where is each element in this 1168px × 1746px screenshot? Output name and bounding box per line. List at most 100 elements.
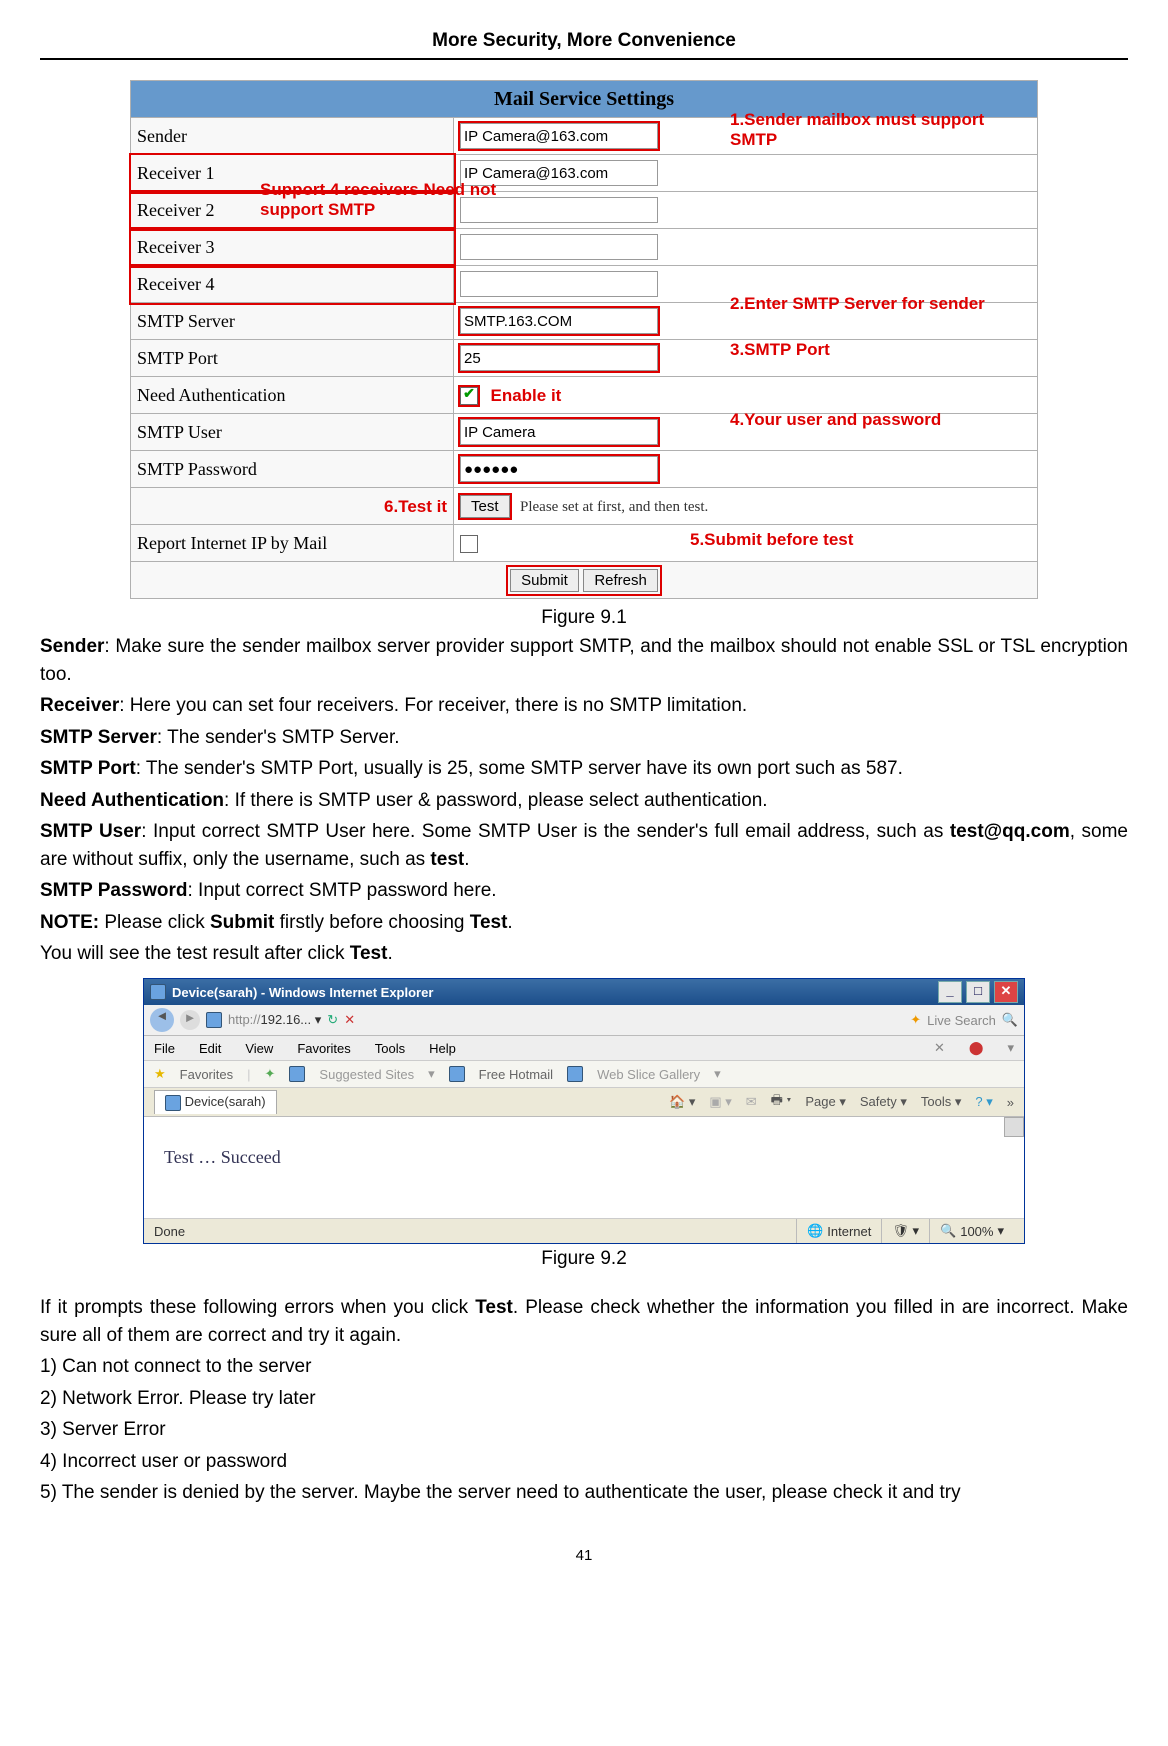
smtp-password-input[interactable]	[460, 456, 658, 482]
test-hint: Please set at first, and then test.	[520, 499, 708, 515]
back-icon[interactable]: ◄	[150, 1008, 174, 1032]
refresh-button[interactable]: Refresh	[583, 569, 658, 592]
zoom-control[interactable]: 🔍100% ▾	[929, 1219, 1014, 1243]
refresh-icon[interactable]: ↻	[327, 1012, 338, 1028]
free-hotmail-link[interactable]: Free Hotmail	[479, 1067, 553, 1082]
ie-mini-icon	[289, 1066, 305, 1082]
stop-icon[interactable]: ✕	[344, 1012, 355, 1028]
browser-tab[interactable]: Device(sarah)	[154, 1090, 277, 1114]
ie-window-figure: Device(sarah) - Windows Internet Explore…	[143, 978, 1025, 1244]
ie-window-title: Device(sarah) - Windows Internet Explore…	[172, 985, 433, 1000]
row-r4-label: Receiver 4	[131, 266, 454, 303]
suggested-sites-link[interactable]: Suggested Sites	[319, 1067, 414, 1082]
row-smtp-pass-label: SMTP Password	[131, 451, 454, 488]
feeds-icon[interactable]: ▣ ▾	[709, 1094, 731, 1110]
ie-menu-bar: File Edit View Favorites Tools Help ✕ ⬤ …	[144, 1036, 1024, 1061]
close-icon[interactable]: ✕	[994, 981, 1018, 1003]
row-need-auth-label: Need Authentication	[131, 377, 454, 414]
menu-favorites[interactable]: Favorites	[297, 1041, 350, 1056]
smtp-user-input[interactable]	[460, 419, 658, 445]
receiver4-input[interactable]	[460, 271, 658, 297]
menu-help[interactable]: Help	[429, 1041, 456, 1056]
ie-tab-toolbar: Device(sarah) 🏠 ▾ ▣ ▾ ✉ 🖶 ▾ Page ▾ Safet…	[144, 1088, 1024, 1117]
annotation-3: 3.SMTP Port	[730, 340, 830, 360]
ie-mini-icon2	[449, 1066, 465, 1082]
menu-view[interactable]: View	[245, 1041, 273, 1056]
annotation-receivers: Support 4 receivers Need not support SMT…	[260, 180, 510, 220]
menu-edit[interactable]: Edit	[199, 1041, 221, 1056]
annotation-1: 1.Sender mailbox must support SMTP	[730, 110, 1010, 150]
desc-sender: Sender: Make sure the sender mailbox ser…	[40, 633, 1128, 688]
desc-smtp-server: SMTP Server: The sender's SMTP Server.	[40, 724, 1128, 752]
page-menu[interactable]: Page ▾	[805, 1094, 846, 1110]
print-icon[interactable]: 🖶 ▾	[771, 1091, 792, 1113]
sender-input[interactable]	[460, 123, 658, 149]
page-icon	[206, 1012, 222, 1028]
search-go-icon[interactable]: 🔍	[1002, 1012, 1018, 1028]
protected-mode-icon[interactable]: 🛡 ▾	[881, 1219, 929, 1243]
suggested-icon: ✦	[265, 1066, 276, 1082]
ie-status-bar: Done 🌐Internet 🛡 ▾ 🔍100% ▾	[144, 1219, 1024, 1243]
url-text[interactable]: http://192.16... ▾	[228, 1012, 321, 1028]
mail-icon[interactable]: ✉	[746, 1094, 757, 1110]
error-5: 5) The sender is denied by the server. M…	[40, 1479, 1128, 1507]
report-ip-checkbox[interactable]	[460, 535, 478, 553]
test-button[interactable]: Test	[460, 495, 510, 518]
annotation-test-it: 6.Test it	[384, 497, 447, 516]
tab-icon	[165, 1095, 181, 1111]
home-icon[interactable]: 🏠 ▾	[669, 1094, 695, 1110]
mail-settings-figure: Mail Service Settings Sender Receiver 1 …	[130, 80, 1038, 599]
submit-button[interactable]: Submit	[510, 569, 579, 592]
error-4: 4) Incorrect user or password	[40, 1448, 1128, 1476]
annotation-2: 2.Enter SMTP Server for sender	[730, 294, 1010, 314]
web-slice-link[interactable]: Web Slice Gallery	[597, 1067, 700, 1082]
page-header: More Security, More Convenience	[40, 30, 1128, 60]
desc-receiver: Receiver: Here you can set four receiver…	[40, 692, 1128, 720]
desc-smtp-port: SMTP Port: The sender's SMTP Port, usual…	[40, 755, 1128, 783]
snag-icon[interactable]: ⬤	[969, 1040, 984, 1056]
row-report-label: Report Internet IP by Mail	[131, 525, 454, 562]
error-3: 3) Server Error	[40, 1416, 1128, 1444]
minimize-icon[interactable]: _	[938, 981, 962, 1003]
help-icon[interactable]: ? ▾	[975, 1094, 992, 1110]
ie-address-bar: ◄ ► http://192.16... ▾ ↻ ✕ ✦ Live Search…	[144, 1005, 1024, 1036]
menu-tools[interactable]: Tools	[375, 1041, 405, 1056]
row-smtp-server-label: SMTP Server	[131, 303, 454, 340]
favorites-label[interactable]: Favorites	[180, 1067, 233, 1082]
annotation-enable-it: Enable it	[491, 386, 562, 405]
after-intro: If it prompts these following errors whe…	[40, 1294, 1128, 1349]
smtp-port-input[interactable]	[460, 345, 658, 371]
smtp-server-input[interactable]	[460, 308, 658, 334]
maximize-icon[interactable]: □	[966, 981, 990, 1003]
ie-content-area: Test … Succeed	[144, 1117, 1024, 1219]
row-smtp-user-label: SMTP User	[131, 414, 454, 451]
search-icon[interactable]: ✦	[910, 1012, 921, 1028]
need-auth-checkbox[interactable]	[460, 387, 478, 405]
ie-mini-icon3	[567, 1066, 583, 1082]
desc-smtp-user: SMTP User: Input correct SMTP User here.…	[40, 818, 1128, 873]
status-done: Done	[154, 1224, 185, 1239]
search-box[interactable]: Live Search	[927, 1013, 996, 1028]
menu-file[interactable]: File	[154, 1041, 175, 1056]
tools-menu[interactable]: Tools ▾	[921, 1094, 962, 1110]
annotation-4: 4.Your user and password	[730, 410, 941, 430]
test-result-text: Test … Succeed	[164, 1147, 281, 1167]
status-zone: 🌐Internet	[796, 1219, 881, 1243]
forward-icon[interactable]: ►	[180, 1010, 200, 1030]
figure-9-1-caption: Figure 9.1	[40, 607, 1128, 629]
ie-titlebar: Device(sarah) - Windows Internet Explore…	[144, 979, 1024, 1005]
desc-smtp-password: SMTP Password: Input correct SMTP passwo…	[40, 877, 1128, 905]
figure-9-2-caption: Figure 9.2	[40, 1248, 1128, 1270]
overflow-icon[interactable]: »	[1007, 1095, 1014, 1110]
desc-test-result: You will see the test result after click…	[40, 940, 1128, 968]
favorites-star-icon[interactable]: ★	[154, 1066, 166, 1082]
error-2: 2) Network Error. Please try later	[40, 1385, 1128, 1413]
globe-icon: 🌐	[807, 1223, 823, 1239]
annotation-5: 5.Submit before test	[690, 530, 853, 550]
receiver3-input[interactable]	[460, 234, 658, 260]
close-tab-icon[interactable]: ✕	[934, 1040, 945, 1056]
row-smtp-port-label: SMTP Port	[131, 340, 454, 377]
scroll-up-icon[interactable]	[1004, 1117, 1024, 1137]
safety-menu[interactable]: Safety ▾	[860, 1094, 907, 1110]
row-r3-label: Receiver 3	[131, 229, 454, 266]
